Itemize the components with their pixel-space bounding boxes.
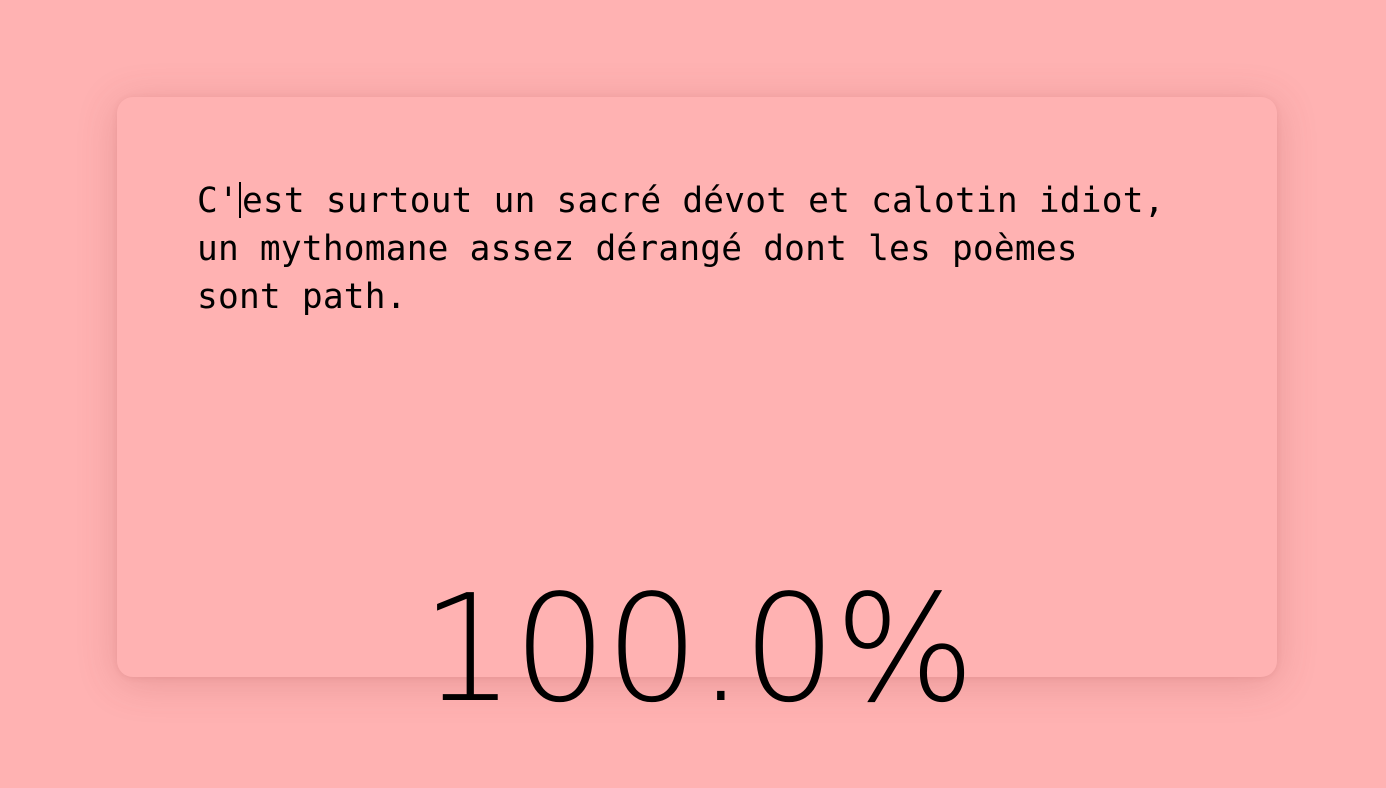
text-caret <box>238 182 241 218</box>
typing-card: C'est surtout un sacré dévot et calotin … <box>117 97 1277 723</box>
remaining-text: est surtout un sacré dévot et calotin id… <box>197 181 1165 317</box>
accuracy-percentage: 100.0% <box>420 563 975 735</box>
typed-text: C' <box>197 181 239 221</box>
typing-text[interactable]: C'est surtout un sacré dévot et calotin … <box>197 177 1207 321</box>
